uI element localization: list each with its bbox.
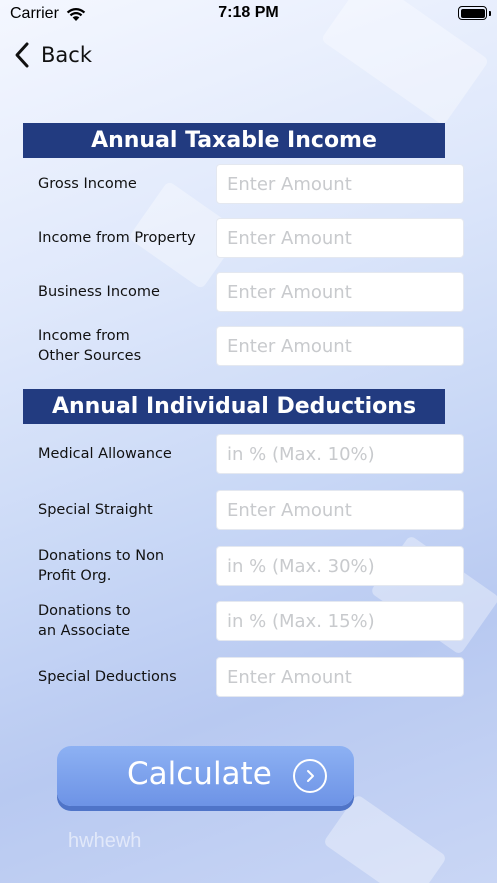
medical-allowance-label: Medical Allowance: [38, 446, 172, 462]
donations-associate-row: Donations to an Associate: [0, 601, 497, 641]
special-straight-label: Special Straight: [38, 502, 153, 518]
medical-allowance-input[interactable]: [216, 434, 464, 474]
battery-tip: [489, 11, 491, 16]
back-button[interactable]: Back: [12, 40, 92, 70]
back-label: Back: [41, 43, 92, 67]
property-income-label: Income from Property: [38, 230, 196, 246]
donations-associate-input[interactable]: [216, 601, 464, 641]
special-deductions-row: Special Deductions: [0, 657, 497, 697]
business-income-row: Business Income: [0, 272, 497, 312]
special-deductions-input[interactable]: [216, 657, 464, 697]
clock: 7:18 PM: [218, 4, 279, 21]
calculate-label: Calculate: [127, 756, 272, 792]
special-straight-row: Special Straight: [0, 490, 497, 530]
calculate-button[interactable]: Calculate: [57, 746, 354, 806]
donations-nonprofit-input[interactable]: [216, 546, 464, 586]
donations-nonprofit-row: Donations to Non Profit Org.: [0, 546, 497, 586]
property-income-row: Income from Property: [0, 218, 497, 258]
medical-allowance-row: Medical Allowance: [0, 434, 497, 474]
watermark-text: hwhewh: [68, 830, 142, 852]
status-bar: Carrier 7:18 PM: [0, 0, 497, 30]
property-income-input[interactable]: [216, 218, 464, 258]
gross-income-row: Gross Income: [0, 164, 497, 204]
special-straight-input[interactable]: [216, 490, 464, 530]
taxable-income-header: Annual Taxable Income: [23, 123, 445, 158]
business-income-label: Business Income: [38, 284, 160, 300]
gross-income-label: Gross Income: [38, 176, 137, 192]
other-income-input[interactable]: [216, 326, 464, 366]
other-income-row: Income from Other Sources: [0, 326, 497, 366]
donations-nonprofit-label: Donations to Non Profit Org.: [38, 548, 165, 584]
donations-associate-label: Donations to an Associate: [38, 603, 131, 639]
other-income-label: Income from Other Sources: [38, 328, 142, 364]
business-income-input[interactable]: [216, 272, 464, 312]
chevron-right-circle-icon: [293, 759, 327, 793]
battery-icon: [458, 6, 487, 20]
deductions-header: Annual Individual Deductions: [23, 389, 445, 424]
chevron-left-icon: [15, 42, 29, 68]
background-decoration: [322, 793, 448, 883]
special-deductions-label: Special Deductions: [38, 669, 177, 685]
gross-income-input[interactable]: [216, 164, 464, 204]
